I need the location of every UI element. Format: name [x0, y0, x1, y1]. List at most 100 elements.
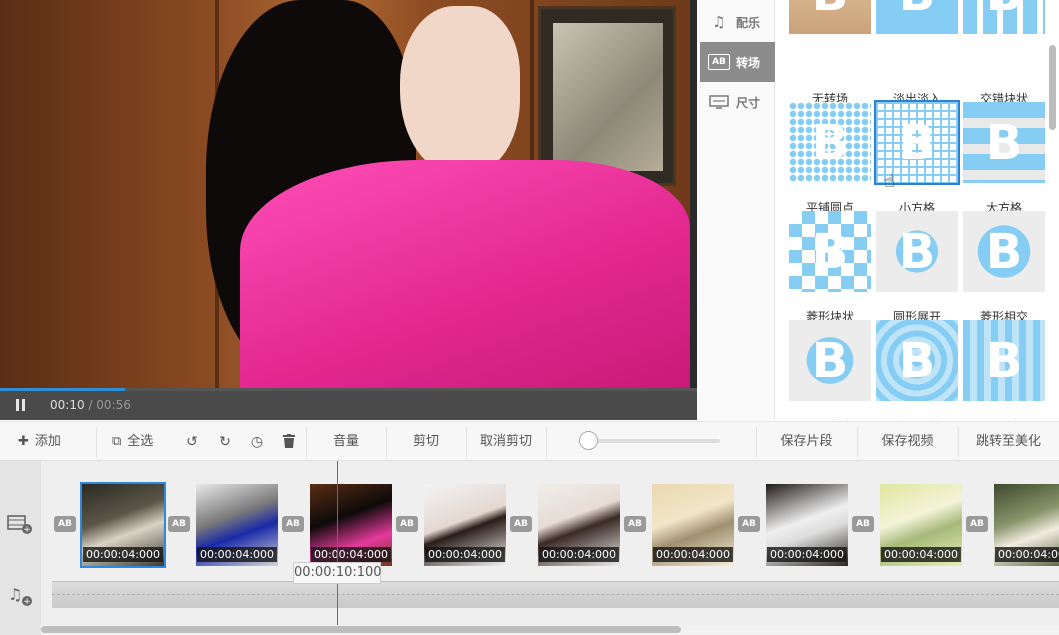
playback-time: 00:10 / 00:56	[50, 398, 131, 412]
svg-text:+: +	[23, 597, 31, 607]
video-preview[interactable]: 00:10 / 00:56	[0, 0, 697, 420]
transition-tile-rings[interactable]: B	[876, 320, 958, 401]
transition-grid: 默认 B无转场B淡出淡入B交错块状B平铺圆点B小方格B大方格B菱形块状B圆形展开…	[776, 0, 1059, 420]
timeline-clip[interactable]: 00:00:04:000	[652, 484, 734, 566]
transition-preview-diamond: B	[963, 211, 1045, 292]
transition-label: 圆形相交	[785, 417, 875, 420]
zoom-slider-track[interactable]	[588, 439, 720, 443]
transition-badge[interactable]: AB	[54, 516, 76, 532]
transition-tile-dots[interactable]: B	[789, 102, 871, 183]
transition-badge[interactable]: AB	[624, 516, 646, 532]
timeline-clip[interactable]: 00:00:04:000	[196, 484, 278, 566]
current-time: 00:10	[50, 398, 85, 412]
transition-tile-circle-cross[interactable]: B	[789, 320, 871, 401]
transition-preview-bigstripes: B	[963, 102, 1045, 183]
transition-preview-fade: B	[876, 0, 958, 34]
goto-beautify-button[interactable]: 跳转至美化	[958, 422, 1059, 461]
transition-preview-none: B	[789, 0, 871, 34]
pause-icon	[16, 399, 19, 411]
select-all-icon: ⧉	[112, 434, 122, 449]
transition-tile-fade[interactable]: B	[876, 0, 958, 34]
grid-scrollbar[interactable]	[1049, 45, 1056, 130]
transition-badge[interactable]: AB	[966, 516, 988, 532]
clip-duration: 00:00:04:000	[880, 547, 962, 562]
sidebar-item-label: 转场	[736, 55, 761, 70]
transition-preview-blocks: B	[963, 0, 1045, 34]
transition-label: 多圆翻转	[872, 417, 962, 420]
playhead-time-tooltip: 00:00:10:100	[293, 562, 382, 584]
side-nav: ♫ 配乐 AB 转场 尺寸	[697, 0, 775, 420]
transition-tile-diamond-blocks[interactable]: B	[789, 211, 871, 292]
clip-duration: 00:00:04:000	[310, 547, 392, 562]
music-track-icon[interactable]: ♫ +	[7, 585, 33, 610]
transition-badge[interactable]: AB	[852, 516, 874, 532]
volume-button[interactable]: 音量	[306, 422, 386, 461]
clip-duration: 00:00:04:000	[652, 547, 734, 562]
transition-preview-blinds: B	[963, 320, 1045, 401]
playhead[interactable]	[337, 461, 338, 635]
time-separator: /	[88, 398, 93, 412]
transition-badge[interactable]: AB	[396, 516, 418, 532]
pause-button[interactable]	[14, 399, 28, 413]
transition-tile-circle[interactable]: B	[876, 211, 958, 292]
timeline-scrollbar[interactable]	[41, 626, 681, 633]
timeline-clip[interactable]: 00:00:04:000	[538, 484, 620, 566]
transition-tile-bigstripes[interactable]: B	[963, 102, 1045, 183]
transition-preview-diamond-blocks: B	[789, 211, 871, 292]
sidebar-item-size[interactable]: 尺寸	[700, 82, 775, 122]
total-time: 00:56	[96, 398, 131, 412]
timeline-clip[interactable]: 00:00:04:000	[880, 484, 962, 566]
transition-badge[interactable]: AB	[168, 516, 190, 532]
transition-badge[interactable]: AB	[282, 516, 304, 532]
select-all-label: 全选	[127, 434, 154, 449]
clip-duration: 00:00:04:000	[538, 547, 620, 562]
timeline-clip[interactable]: 00:00:04:000	[80, 482, 166, 568]
save-video-button[interactable]: 保存视频	[857, 422, 958, 461]
timeline: + ♫ + AB 00:00:04:000 AB 00:00:04:000 AB 00:00…	[0, 461, 1059, 635]
preview-frame-image	[0, 0, 690, 388]
redo-icon[interactable]: ↻	[217, 434, 233, 450]
clip-duration: 00:00:04:000	[196, 547, 278, 562]
music-track[interactable]	[52, 581, 1059, 608]
svg-text:+: +	[23, 525, 31, 535]
transition-preview-circle: B	[876, 211, 958, 292]
timeline-clip[interactable]: 00:00:04:000	[766, 484, 848, 566]
cut-button[interactable]: 剪切	[386, 422, 466, 461]
undo-icon[interactable]: ↺	[184, 434, 200, 450]
plus-icon: ✚	[18, 434, 29, 449]
svg-text:♫: ♫	[8, 585, 22, 604]
save-clip-button[interactable]: 保存片段	[756, 422, 857, 461]
cancel-cut-button[interactable]: 取消剪切	[466, 422, 546, 461]
edit-toolbar: ✚ 添加 ⧉ 全选 ↺ ↻ ◷ 音量 剪切 取消剪切 保存片段 保存视频 跳转至美化	[0, 421, 1059, 461]
timeline-clip[interactable]: 00:00:04:000	[994, 484, 1059, 566]
ab-transition-icon: AB	[708, 54, 730, 70]
transition-badge[interactable]: AB	[738, 516, 760, 532]
sidebar-item-music[interactable]: ♫ 配乐	[700, 2, 775, 42]
timeline-clip[interactable]: 00:00:04:000	[310, 484, 392, 566]
sidebar-item-label: 配乐	[736, 15, 761, 30]
transition-tile-none[interactable]: B	[789, 0, 871, 34]
transition-tile-blocks[interactable]: B	[963, 0, 1045, 34]
music-note-icon: ♫	[712, 13, 726, 31]
transition-tile-blinds[interactable]: B	[963, 320, 1045, 401]
track-icons: + ♫ +	[0, 461, 41, 635]
timeline-clip[interactable]: 00:00:04:000	[424, 484, 506, 566]
zoom-slider-handle[interactable]	[579, 431, 598, 450]
video-editor-app: 00:10 / 00:56 ♫ 配乐 AB 转场 尺寸 默认 B无转场B淡出淡入…	[0, 0, 1059, 635]
transition-label: 百叶窗	[959, 417, 1049, 420]
clip-duration: 00:00:04:000	[424, 547, 506, 562]
select-all-button[interactable]: ⧉ 全选	[112, 422, 162, 461]
transition-badge[interactable]: AB	[510, 516, 532, 532]
sidebar-item-transition[interactable]: AB 转场	[700, 42, 775, 82]
add-button[interactable]: ✚ 添加	[18, 422, 68, 461]
clock-icon[interactable]: ◷	[249, 434, 265, 450]
clip-duration: 00:00:04:000	[994, 547, 1059, 562]
transition-tile-diamond[interactable]: B	[963, 211, 1045, 292]
player-controls: 00:10 / 00:56	[0, 391, 697, 420]
video-track-icon[interactable]: +	[7, 513, 33, 538]
add-label: 添加	[34, 434, 61, 449]
delete-icon[interactable]	[281, 434, 297, 450]
clip-duration: 00:00:04:000	[82, 547, 164, 562]
clip-duration: 00:00:04:000	[766, 547, 848, 562]
transition-preview-circle-cross: B	[789, 320, 871, 401]
